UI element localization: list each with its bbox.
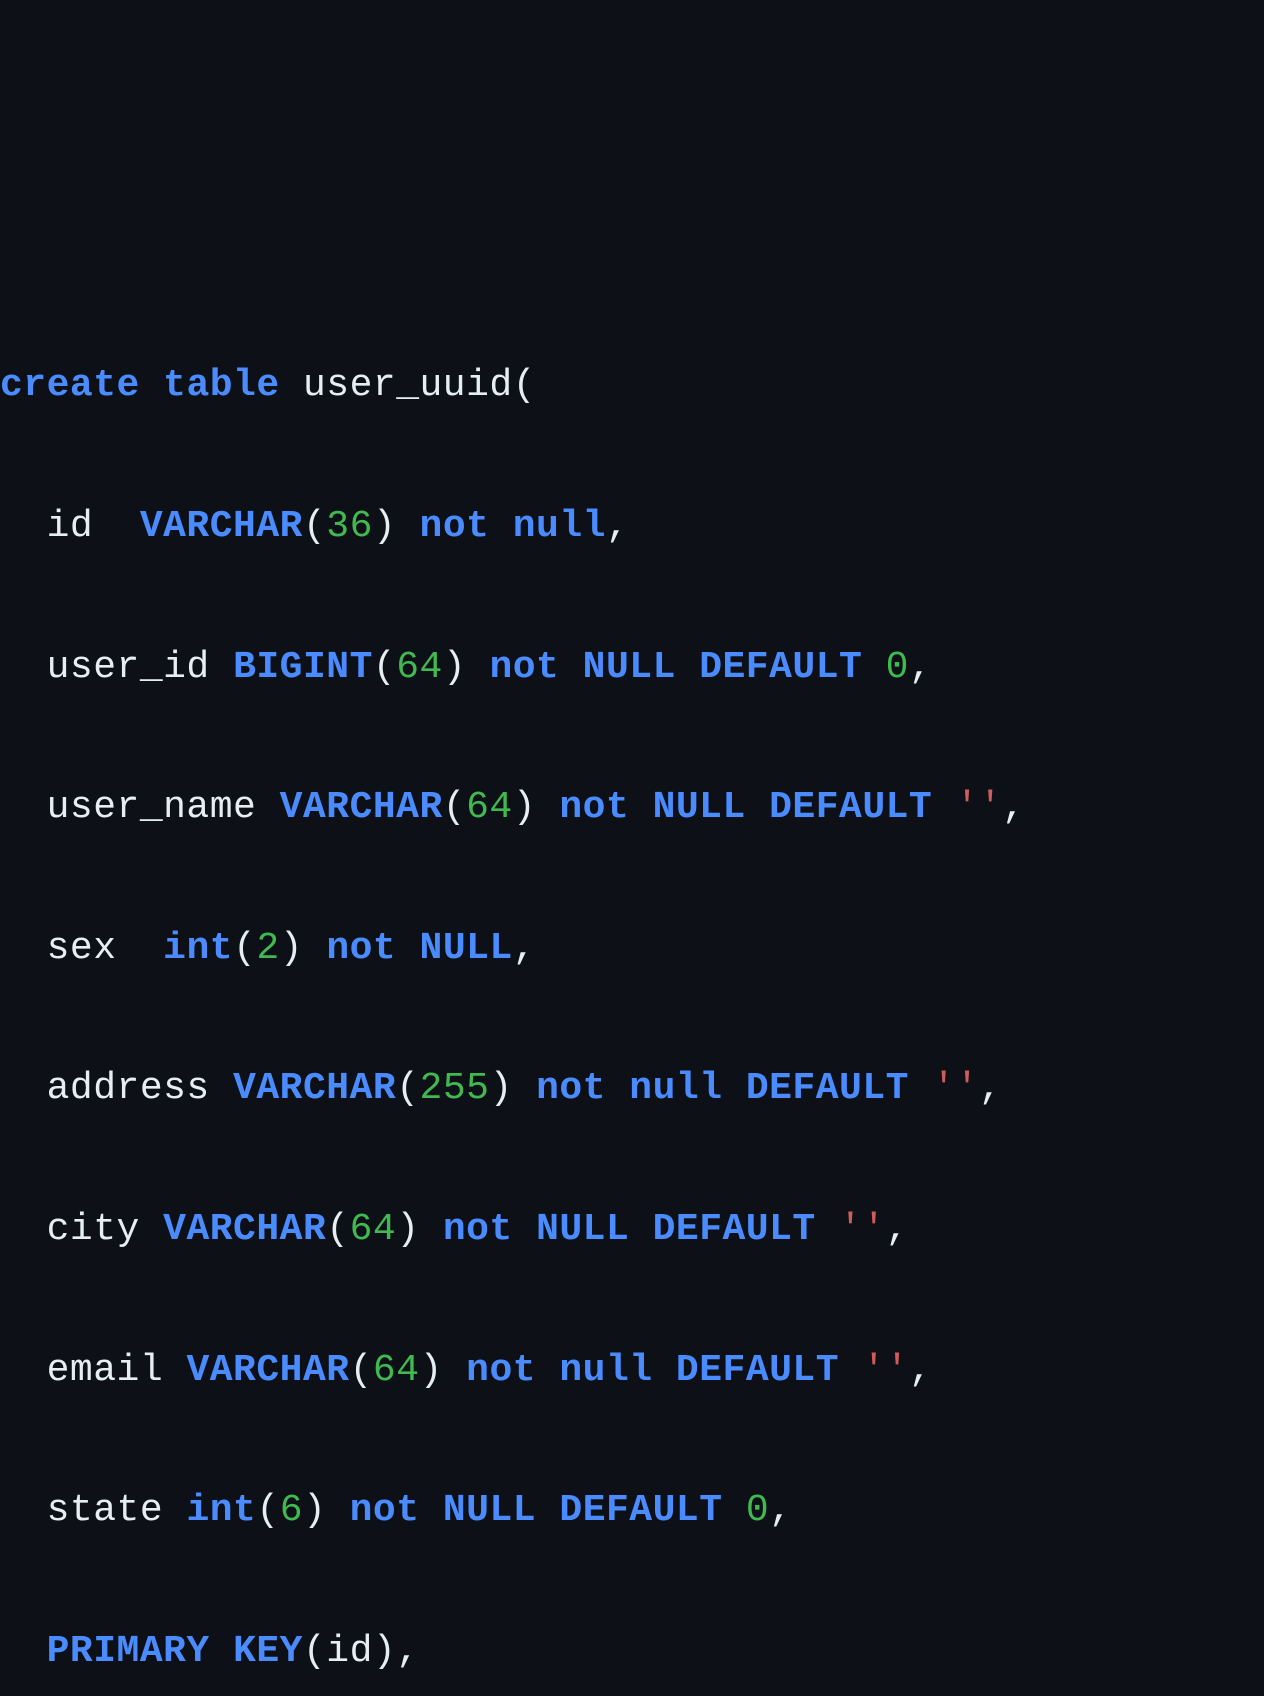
- paren: ): [373, 1630, 396, 1673]
- keyword-null: NULL: [420, 927, 513, 970]
- column-email: email: [47, 1349, 164, 1392]
- keyword-null: NULL: [443, 1489, 536, 1532]
- type-varchar: VARCHAR: [140, 505, 303, 548]
- paren: (: [443, 786, 466, 829]
- column-city: city: [47, 1208, 140, 1251]
- comma: ,: [886, 1208, 909, 1251]
- keyword-not: not: [466, 1349, 536, 1392]
- keyword-null: null: [513, 505, 606, 548]
- comma: ,: [909, 646, 932, 689]
- paren: ): [420, 1349, 443, 1392]
- code-line: create table user_uuid(: [0, 351, 1264, 421]
- code-line: email VARCHAR(64) not null DEFAULT '',: [0, 1336, 1264, 1406]
- paren: (: [303, 1630, 326, 1673]
- keyword-default: DEFAULT: [769, 786, 932, 829]
- code-line: sex int(2) not NULL,: [0, 914, 1264, 984]
- keyword-key: KEY: [233, 1630, 303, 1673]
- paren: (: [350, 1349, 373, 1392]
- keyword-not: not: [420, 505, 490, 548]
- number: 64: [350, 1208, 397, 1251]
- keyword-default: DEFAULT: [676, 1349, 839, 1392]
- keyword-not: not: [559, 786, 629, 829]
- comma: ,: [513, 927, 536, 970]
- type-varchar: VARCHAR: [233, 1067, 396, 1110]
- keyword-null: NULL: [536, 1208, 629, 1251]
- column-user-name: user_name: [47, 786, 257, 829]
- number: 64: [396, 646, 443, 689]
- keyword-default: DEFAULT: [559, 1489, 722, 1532]
- paren-open: (: [513, 364, 536, 407]
- keyword-default: DEFAULT: [746, 1067, 909, 1110]
- default-value: '': [839, 1208, 886, 1251]
- comma: ,: [769, 1489, 792, 1532]
- code-line: user_name VARCHAR(64) not NULL DEFAULT '…: [0, 773, 1264, 843]
- type-varchar: VARCHAR: [280, 786, 443, 829]
- code-line: address VARCHAR(255) not null DEFAULT ''…: [0, 1054, 1264, 1124]
- keyword-not: not: [350, 1489, 420, 1532]
- pk-arg: id: [326, 1630, 373, 1673]
- column-sex: sex: [47, 927, 117, 970]
- code-line: PRIMARY KEY(id),: [0, 1617, 1264, 1687]
- number: 6: [280, 1489, 303, 1532]
- keyword-not: not: [489, 646, 559, 689]
- paren: ): [443, 646, 466, 689]
- keyword-table: table: [163, 364, 280, 407]
- number: 255: [420, 1067, 490, 1110]
- default-value: '': [862, 1349, 909, 1392]
- default-value: '': [932, 1067, 979, 1110]
- type-bigint: BIGINT: [233, 646, 373, 689]
- code-line: city VARCHAR(64) not NULL DEFAULT '',: [0, 1195, 1264, 1265]
- paren: ): [396, 1208, 419, 1251]
- column-address: address: [47, 1067, 210, 1110]
- paren: ): [373, 505, 396, 548]
- paren: ): [280, 927, 303, 970]
- default-value: '': [956, 786, 1003, 829]
- gap: [93, 505, 140, 548]
- column-state: state: [47, 1489, 164, 1532]
- paren: (: [233, 927, 256, 970]
- keyword-not: not: [443, 1208, 513, 1251]
- default-value: 0: [746, 1489, 769, 1532]
- keyword-default: DEFAULT: [653, 1208, 816, 1251]
- number: 36: [326, 505, 373, 548]
- default-value: 0: [886, 646, 909, 689]
- paren: (: [256, 1489, 279, 1532]
- code-line: user_id BIGINT(64) not NULL DEFAULT 0,: [0, 633, 1264, 703]
- keyword-not: not: [326, 927, 396, 970]
- number: 64: [466, 786, 513, 829]
- sql-code-block: create table user_uuid( id VARCHAR(36) n…: [0, 281, 1264, 1696]
- paren: (: [303, 505, 326, 548]
- gap: [117, 927, 164, 970]
- comma: ,: [606, 505, 629, 548]
- paren: ): [489, 1067, 512, 1110]
- keyword-not: not: [536, 1067, 606, 1110]
- paren: ): [303, 1489, 326, 1532]
- number: 2: [256, 927, 279, 970]
- type-int: int: [186, 1489, 256, 1532]
- paren: (: [396, 1067, 419, 1110]
- keyword-null: NULL: [653, 786, 746, 829]
- keyword-create: create: [0, 364, 140, 407]
- type-varchar: VARCHAR: [186, 1349, 349, 1392]
- type-int: int: [163, 927, 233, 970]
- column-id: id: [47, 505, 94, 548]
- code-line: state int(6) not NULL DEFAULT 0,: [0, 1476, 1264, 1546]
- paren: (: [326, 1208, 349, 1251]
- comma: ,: [979, 1067, 1002, 1110]
- code-line: id VARCHAR(36) not null,: [0, 492, 1264, 562]
- paren: (: [373, 646, 396, 689]
- comma: ,: [1002, 786, 1025, 829]
- number: 64: [373, 1349, 420, 1392]
- keyword-null: NULL: [583, 646, 676, 689]
- type-varchar: VARCHAR: [163, 1208, 326, 1251]
- paren: ): [513, 786, 536, 829]
- comma: ,: [396, 1630, 419, 1673]
- keyword-null: null: [559, 1349, 652, 1392]
- keyword-default: DEFAULT: [699, 646, 862, 689]
- comma: ,: [909, 1349, 932, 1392]
- keyword-null: null: [629, 1067, 722, 1110]
- column-user-id: user_id: [47, 646, 210, 689]
- table-name: user_uuid: [303, 364, 513, 407]
- keyword-primary: PRIMARY: [47, 1630, 210, 1673]
